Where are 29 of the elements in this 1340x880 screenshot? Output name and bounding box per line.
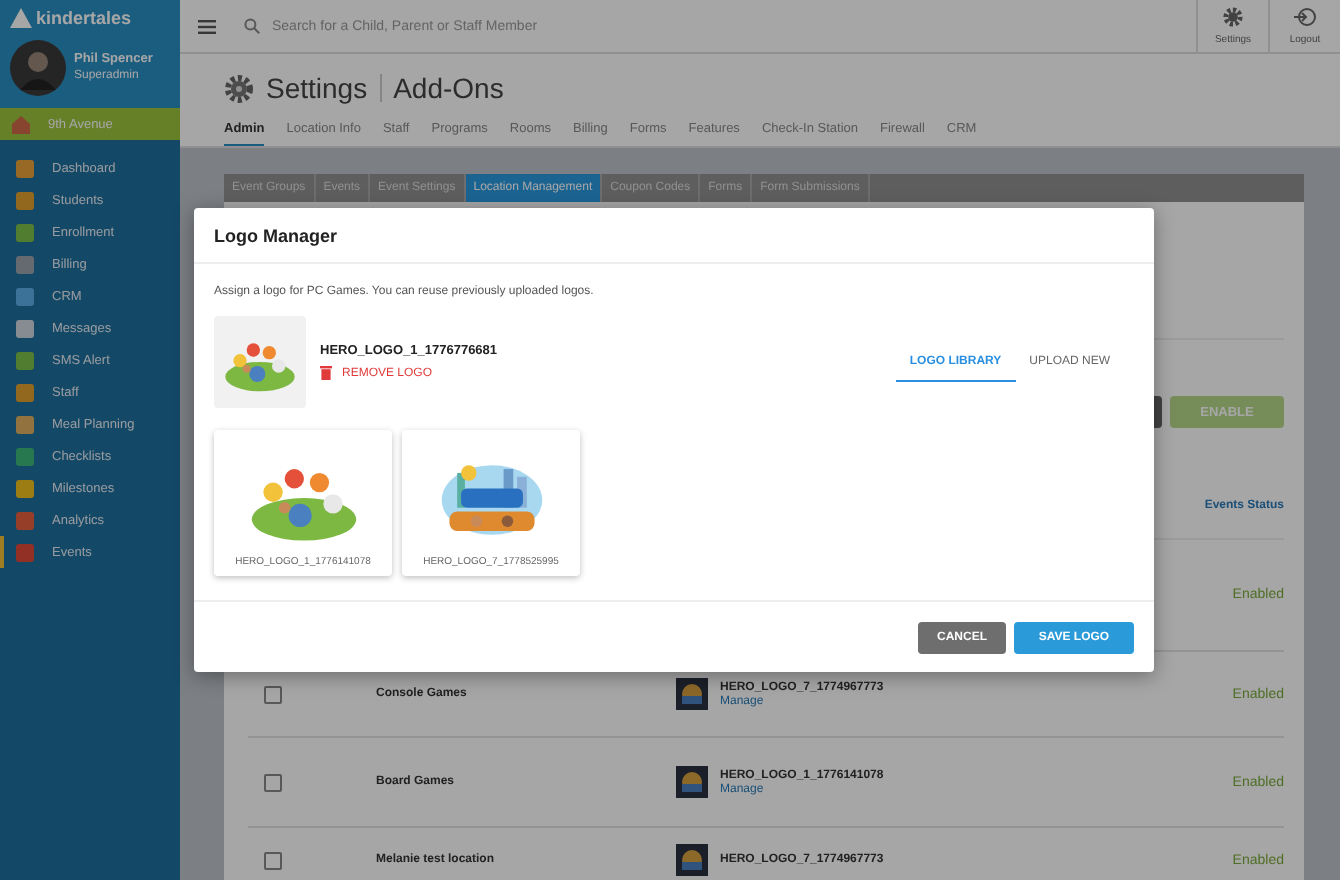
tile-icon (16, 191, 34, 209)
checkbox[interactable] (264, 773, 282, 791)
settings-icon (1222, 6, 1244, 28)
trash-icon (320, 366, 332, 380)
search-icon (244, 18, 260, 34)
tile-icon (16, 255, 34, 273)
menu-icon[interactable] (198, 19, 216, 33)
tile-icon (16, 415, 34, 433)
logo-icon (10, 8, 32, 28)
tile-icon (16, 351, 34, 369)
avatar-icon (10, 40, 66, 96)
tile-icon (16, 479, 34, 497)
tile-icon (16, 223, 34, 241)
brand-name: kindertales (36, 8, 132, 28)
logout-icon (1294, 6, 1316, 28)
checkbox[interactable] (264, 851, 282, 869)
tile-icon (16, 287, 34, 305)
tile-icon (16, 511, 34, 529)
dialog-title: Logo Manager (214, 225, 338, 245)
settings-icon (224, 73, 254, 103)
page-subtitle: Add-Ons (393, 72, 504, 104)
tile-icon (16, 447, 34, 465)
tile-icon (16, 383, 34, 401)
tile-icon (16, 319, 34, 337)
tile-icon (16, 159, 34, 177)
tile-icon (16, 543, 34, 561)
building-icon (12, 115, 30, 133)
checkbox[interactable] (264, 685, 282, 703)
page-title: Settings (266, 72, 368, 104)
